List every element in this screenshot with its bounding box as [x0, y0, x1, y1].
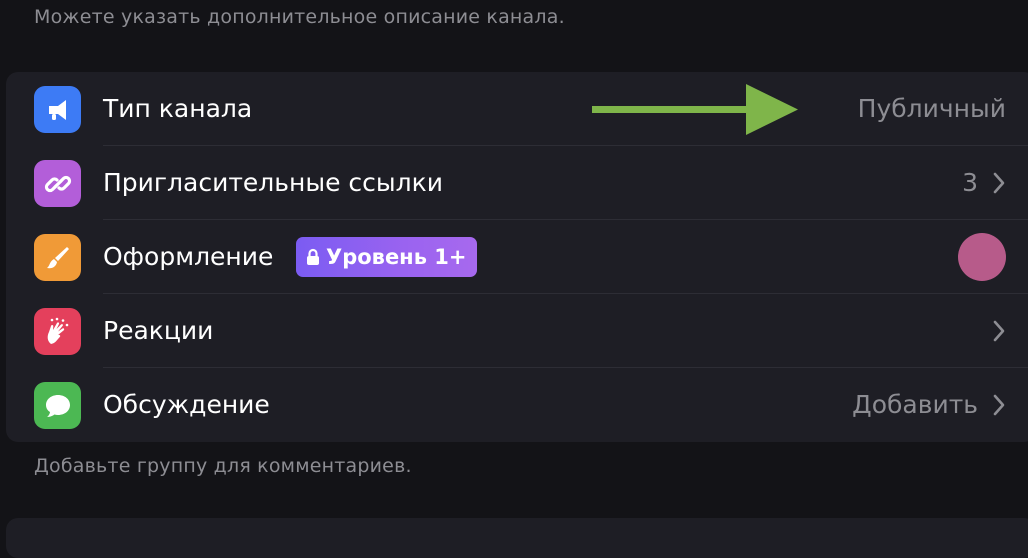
chevron-right-icon	[993, 394, 1005, 416]
speech-bubble-icon	[34, 382, 81, 429]
channel-description-hint: Можете указать дополнительное описание к…	[34, 6, 565, 28]
discussion-hint: Добавьте группу для комментариев.	[34, 455, 412, 477]
megaphone-icon	[34, 86, 81, 133]
row-appearance[interactable]: Оформление Уровень 1+	[6, 220, 1028, 294]
row-label: Реакции	[103, 316, 214, 345]
row-invite-links[interactable]: Пригласительные ссылки 3	[6, 146, 1028, 220]
row-label: Тип канала	[103, 94, 253, 123]
chevron-right-icon	[993, 320, 1005, 342]
level-badge-label: Уровень 1+	[326, 245, 467, 269]
paintbrush-icon	[34, 234, 81, 281]
next-section-card	[6, 518, 1028, 558]
row-label: Пригласительные ссылки	[103, 168, 443, 197]
row-label: Обсуждение	[103, 390, 270, 419]
row-discussion[interactable]: Обсуждение Добавить	[6, 368, 1028, 442]
clapping-hands-icon	[34, 308, 81, 355]
row-label: Оформление	[103, 242, 274, 271]
discussion-add-value: Добавить	[852, 390, 978, 419]
row-reactions[interactable]: Реакции	[6, 294, 1028, 368]
chevron-right-icon	[993, 172, 1005, 194]
link-icon	[34, 160, 81, 207]
invite-links-count: 3	[962, 168, 978, 197]
channel-type-value: Публичный	[857, 94, 1006, 123]
lock-icon	[307, 248, 319, 265]
level-badge: Уровень 1+	[296, 237, 477, 277]
appearance-color-swatch	[958, 233, 1006, 281]
channel-settings-card: Тип канала Публичный Пригласительные ссы…	[6, 72, 1028, 442]
annotation-arrow	[592, 84, 798, 135]
row-channel-type[interactable]: Тип канала Публичный	[6, 72, 1028, 146]
